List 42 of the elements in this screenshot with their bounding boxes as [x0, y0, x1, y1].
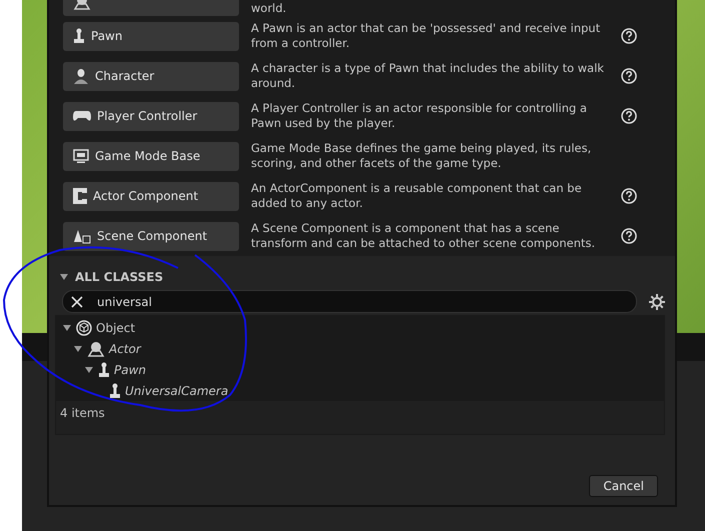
expanded-caret-icon[interactable] — [84, 364, 94, 374]
tree-item[interactable]: UniversalCamera — [125, 384, 228, 398]
tree-item[interactable]: Pawn — [114, 362, 146, 376]
item-count: 4 items — [59, 405, 106, 422]
class-description: A Pawn is an actor that can be 'possessed' and receive input from a controller. — [251, 21, 602, 51]
cancel-button[interactable]: Cancel — [589, 475, 658, 497]
help-icon[interactable] — [621, 228, 637, 244]
pawn-icon — [98, 362, 110, 378]
class-button[interactable]: Game Mode Base — [63, 142, 239, 170]
tree-item[interactable]: Object — [96, 320, 136, 334]
class-description: Game Mode Base defines the game being played, its rules, scoring, and other facets of the game type. — [251, 141, 592, 171]
class-description: world. — [251, 1, 288, 16]
tree-item[interactable]: Actor — [109, 342, 141, 356]
class-description: A Scene Component is a component that has a scene transform and can be attached to other scene components. — [251, 221, 596, 251]
settings-icon[interactable] — [649, 294, 665, 310]
component-icon — [73, 188, 87, 204]
gamepad-icon — [73, 110, 91, 122]
monitor-icon — [73, 148, 89, 164]
class-button[interactable]: Player Controller — [63, 102, 239, 130]
help-icon[interactable] — [621, 68, 637, 84]
pawn-icon — [73, 28, 85, 44]
class-button[interactable]: Actor Component — [63, 182, 239, 210]
help-icon[interactable] — [621, 108, 637, 124]
help-icon[interactable] — [621, 188, 637, 204]
help-icon[interactable] — [621, 28, 637, 44]
section-title: ALL CLASSES — [75, 270, 164, 284]
clear-icon[interactable] — [71, 296, 83, 308]
class-description: A Player Controller is an actor responsible for controlling a Pawn used by the player. — [251, 101, 588, 131]
class-button[interactable]: Pawn — [63, 22, 239, 50]
search-field[interactable]: universal — [62, 290, 637, 313]
expanded-caret-icon[interactable] — [73, 344, 83, 354]
class-button[interactable]: Character — [63, 62, 239, 90]
class-description: A character is a type of Pawn that includes the ability to walk around. — [251, 61, 605, 91]
search-input[interactable]: universal — [95, 294, 628, 310]
cube-icon — [76, 320, 92, 336]
class-button[interactable]: Scene Component — [63, 222, 239, 250]
scene-component-icon — [73, 228, 91, 244]
pawn-icon — [109, 382, 121, 398]
class-description: An ActorComponent is a reusable component that can be added to any actor. — [251, 181, 583, 211]
expanded-caret-icon[interactable] — [59, 272, 69, 282]
actor-icon — [87, 340, 105, 356]
person-icon — [73, 68, 89, 84]
